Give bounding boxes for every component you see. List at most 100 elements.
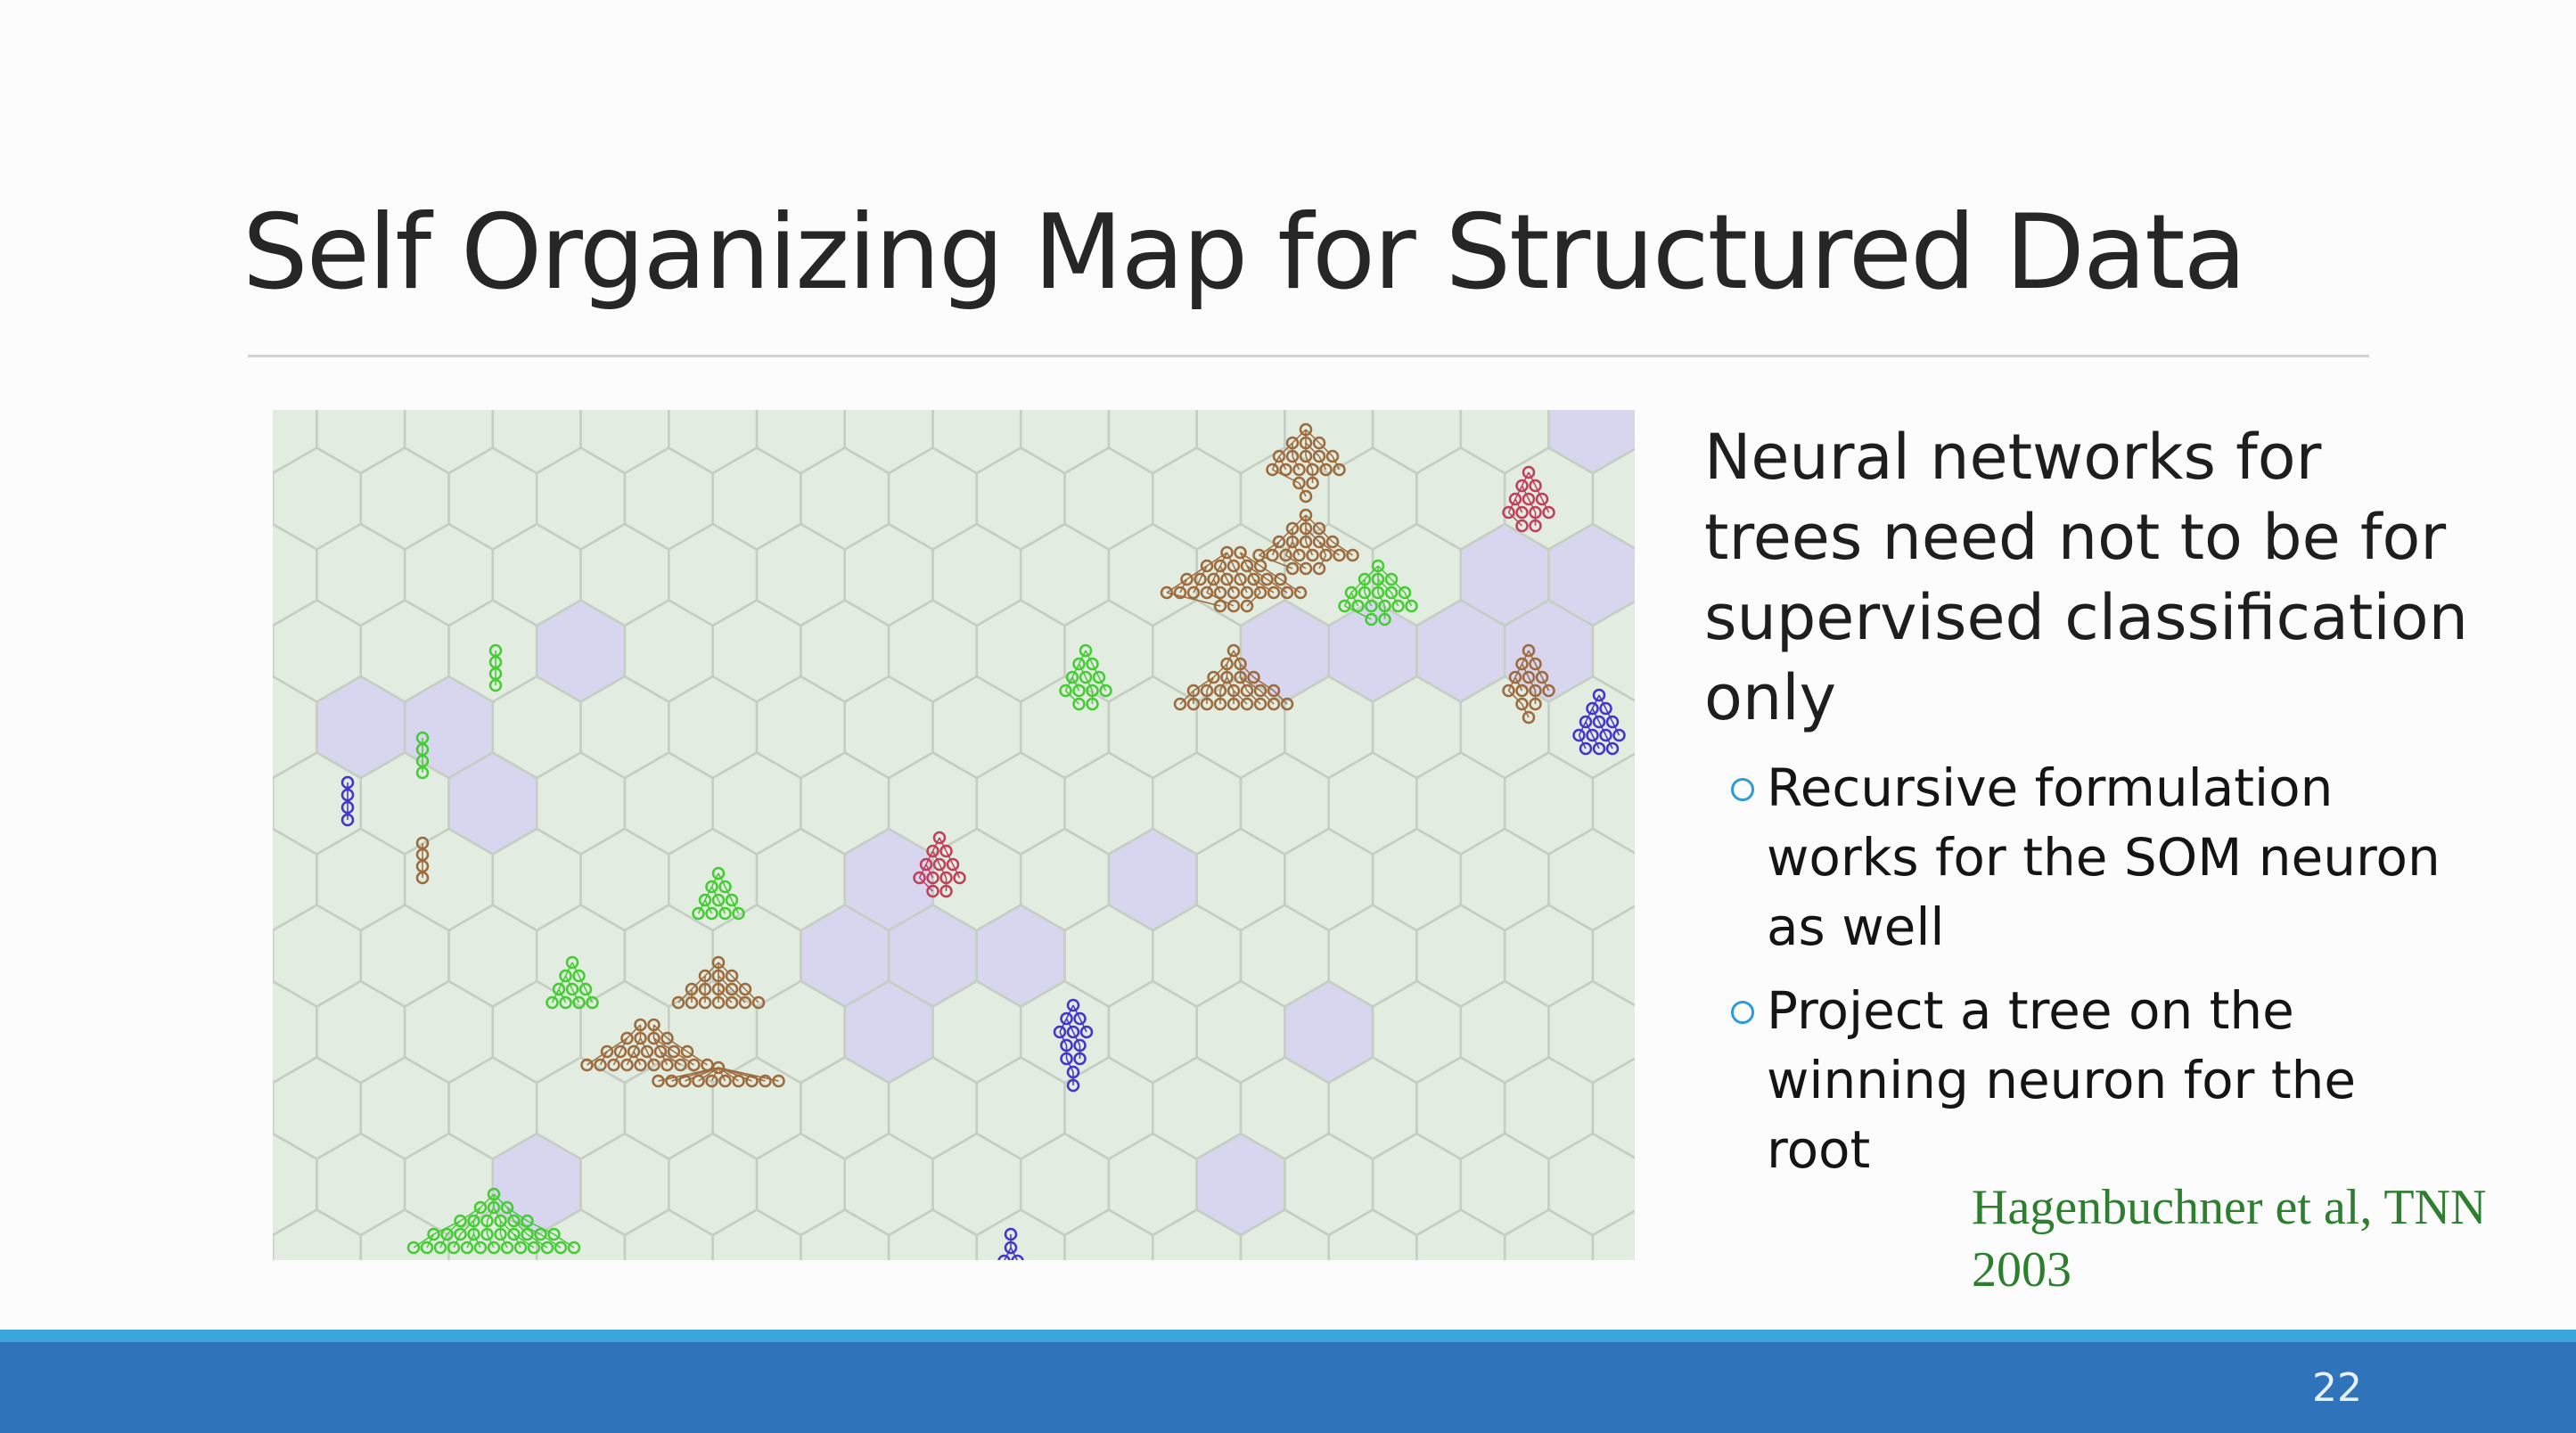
projected-tree xyxy=(1572,688,1626,756)
som-neuron xyxy=(975,446,1066,551)
som-neuron xyxy=(843,522,934,627)
som-neuron xyxy=(711,751,802,856)
som-neuron xyxy=(887,599,979,703)
som-neuron xyxy=(1284,827,1374,932)
som-neuron xyxy=(711,599,802,703)
som-neuron xyxy=(1107,1132,1198,1237)
som-neuron xyxy=(1063,1208,1154,1260)
som-neuron xyxy=(1415,1208,1506,1260)
som-neuron xyxy=(975,1056,1066,1160)
som-neuron xyxy=(931,522,1022,627)
som-neuron xyxy=(975,751,1066,856)
som-neuron xyxy=(359,446,450,551)
som-neuron xyxy=(711,1208,802,1260)
som-neuron xyxy=(359,1056,450,1160)
som-neuron xyxy=(1107,979,1198,1085)
som-neuron-active xyxy=(535,599,627,703)
som-neuron xyxy=(931,675,1022,780)
som-neuron xyxy=(1195,979,1286,1085)
som-neuron xyxy=(755,410,846,475)
som-neuron xyxy=(403,410,495,475)
som-neuron xyxy=(1284,1132,1374,1237)
som-neuron xyxy=(491,410,582,475)
projected-tree xyxy=(997,1227,1024,1260)
som-neuron xyxy=(843,410,934,475)
som-neuron xyxy=(1503,1208,1595,1260)
som-neuron xyxy=(800,446,890,551)
som-neuron xyxy=(1371,410,1463,475)
som-neuron xyxy=(668,410,759,475)
som-neuron xyxy=(1152,446,1243,551)
som-neuron xyxy=(273,1132,318,1237)
som-hex-grid xyxy=(273,410,1635,1260)
som-neuron xyxy=(316,1132,406,1237)
som-neuron xyxy=(1547,827,1635,932)
som-neuron xyxy=(668,675,759,780)
som-neuron xyxy=(403,979,495,1085)
som-neuron xyxy=(1107,410,1198,475)
som-neuron xyxy=(1063,446,1154,551)
som-neuron xyxy=(579,827,670,932)
som-neuron xyxy=(579,1132,670,1237)
som-map-figure xyxy=(273,410,1635,1260)
som-neuron xyxy=(535,751,627,856)
som-neuron xyxy=(1503,904,1595,1008)
som-neuron xyxy=(359,904,450,1008)
som-neuron-active xyxy=(1284,979,1374,1085)
bullet-circle-icon xyxy=(1731,778,1754,801)
som-neuron xyxy=(273,827,318,932)
som-neuron xyxy=(1415,751,1506,856)
som-neuron-active xyxy=(975,904,1066,1008)
som-neuron xyxy=(273,1056,362,1160)
som-neuron xyxy=(273,522,318,627)
som-neuron xyxy=(668,522,759,627)
som-neuron xyxy=(1591,752,1635,855)
som-neuron xyxy=(1459,1132,1550,1237)
som-neuron xyxy=(623,751,714,856)
som-neuron xyxy=(1019,410,1111,475)
som-neuron xyxy=(316,979,406,1085)
som-neuron xyxy=(1591,905,1635,1007)
bullet-item: Recursive formulation works for the SOM … xyxy=(1729,753,2460,962)
som-neuron xyxy=(1459,979,1550,1085)
som-neuron xyxy=(623,446,714,551)
som-neuron xyxy=(755,522,846,627)
som-neuron xyxy=(623,1208,714,1260)
som-neuron xyxy=(1019,1132,1111,1237)
slide-title: Self Organizing Map for Structured Data xyxy=(242,192,2247,313)
som-neuron-active xyxy=(1327,599,1418,703)
citation: Hagenbuchner et al, TNN 2003 xyxy=(1972,1180,2487,1298)
som-neuron-active xyxy=(316,675,406,780)
som-neuron xyxy=(975,1208,1066,1260)
projected-tree xyxy=(340,775,355,827)
som-neuron xyxy=(1371,827,1463,932)
projected-tree xyxy=(488,643,503,692)
som-neuron xyxy=(843,675,934,780)
footer-band: 22 xyxy=(0,1330,2576,1433)
page-number: 22 xyxy=(2312,1365,2362,1411)
som-neuron xyxy=(535,446,627,551)
som-neuron xyxy=(273,979,318,1085)
projected-tree xyxy=(671,955,766,1010)
som-neuron-active xyxy=(1107,827,1198,932)
som-neuron xyxy=(1503,751,1595,856)
projected-tree xyxy=(1266,422,1346,504)
title-divider xyxy=(248,355,2369,357)
som-neuron xyxy=(975,599,1066,703)
som-neuron xyxy=(1459,410,1550,475)
som-neuron xyxy=(755,675,846,780)
som-neuron xyxy=(1591,1057,1635,1159)
som-neuron xyxy=(1547,1132,1635,1237)
som-neuron xyxy=(273,410,318,475)
som-neuron xyxy=(316,410,406,475)
bullet-text: Project a tree on the winning neuron for… xyxy=(1767,980,2357,1180)
som-neuron xyxy=(800,1208,890,1260)
main-statement: Neural networks for trees need not to be… xyxy=(1704,421,2468,734)
som-neuron xyxy=(711,446,802,551)
footer-strip xyxy=(0,1330,2576,1342)
som-neuron xyxy=(1019,522,1111,627)
som-neuron xyxy=(316,827,406,932)
som-neuron xyxy=(1415,904,1506,1008)
som-neuron xyxy=(755,1132,846,1237)
som-neuron xyxy=(403,522,495,627)
